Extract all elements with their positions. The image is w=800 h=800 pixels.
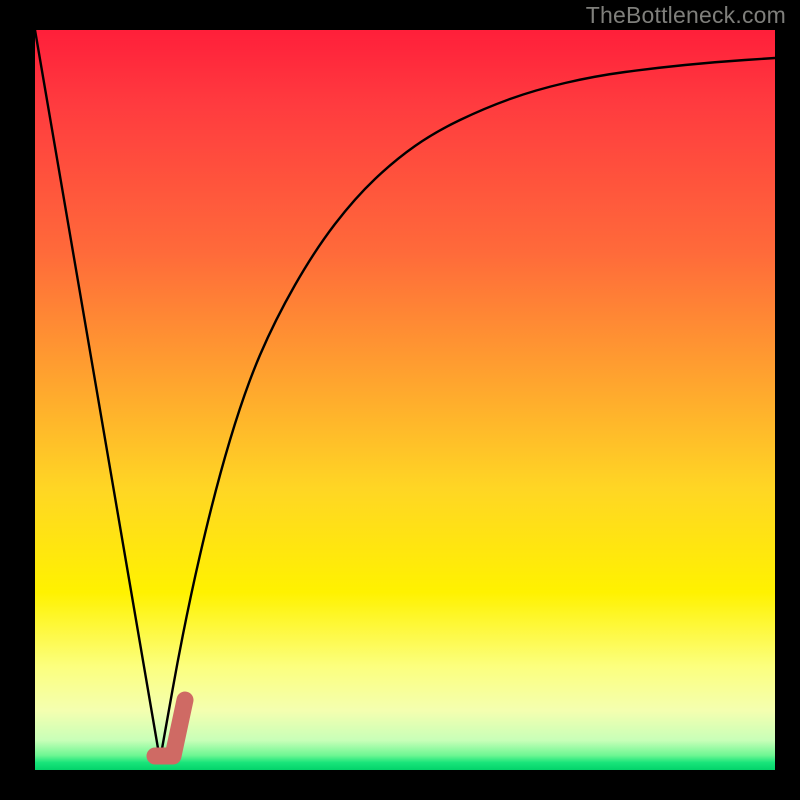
plot-area — [35, 30, 775, 770]
watermark-text: TheBottleneck.com — [586, 2, 786, 29]
descent-line — [35, 30, 160, 760]
ascent-curve — [160, 58, 775, 760]
black-frame: TheBottleneck.com — [0, 0, 800, 800]
curves-svg — [35, 30, 775, 770]
